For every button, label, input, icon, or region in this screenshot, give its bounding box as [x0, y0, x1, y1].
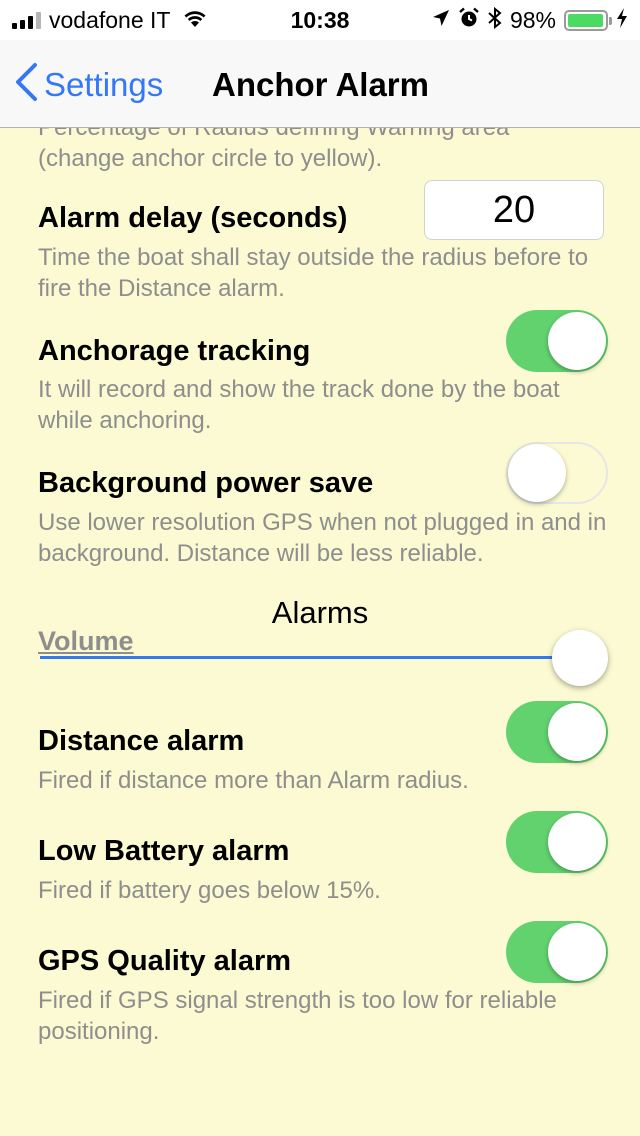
- low-battery-alarm-description: Fired if battery goes below 15%.: [38, 877, 381, 904]
- volume-slider-track[interactable]: [40, 656, 564, 659]
- alarm-delay-title: Alarm delay (seconds): [38, 202, 348, 234]
- settings-list[interactable]: Percentage of Radius defining Warning ar…: [0, 128, 640, 1136]
- back-label: Settings: [44, 65, 164, 103]
- alarm-delay-description: Time the boat shall stay outside the rad…: [38, 244, 589, 302]
- battery-percent: 98%: [509, 6, 556, 33]
- anchorage-tracking-description: It will record and show the track done b…: [38, 376, 560, 434]
- navigation-bar: Settings Anchor Alarm: [0, 40, 640, 128]
- warning-area-label: Percentage of Radius defining Warning ar…: [38, 128, 509, 142]
- warning-area-description: (change anchor circle to yellow).: [38, 145, 383, 172]
- distance-alarm-switch[interactable]: [506, 701, 608, 763]
- volume-label: Volume: [38, 626, 134, 656]
- status-bar: vodafone IT 10:38 98%: [0, 0, 640, 40]
- low-battery-alarm-title: Low Battery alarm: [38, 835, 290, 867]
- background-power-save-switch[interactable]: [506, 442, 608, 504]
- gps-quality-alarm-title: GPS Quality alarm: [38, 945, 292, 977]
- battery-fill: [568, 13, 604, 27]
- back-button[interactable]: Settings: [14, 62, 163, 107]
- anchorage-tracking-title: Anchorage tracking: [38, 335, 311, 367]
- gps-quality-alarm-switch[interactable]: [506, 921, 608, 983]
- distance-alarm-description: Fired if distance more than Alarm radius…: [38, 767, 469, 794]
- page-title: Anchor Alarm: [212, 66, 429, 103]
- charging-icon: [616, 7, 628, 33]
- location-icon: [432, 9, 450, 32]
- low-battery-alarm-switch[interactable]: [506, 811, 608, 873]
- volume-slider-thumb[interactable]: [552, 630, 608, 686]
- alarm-icon: [458, 7, 480, 34]
- battery-icon: [564, 9, 612, 31]
- background-power-save-title: Background power save: [38, 467, 374, 499]
- distance-alarm-title: Distance alarm: [38, 725, 245, 757]
- alarm-delay-input[interactable]: 20: [424, 180, 604, 240]
- background-power-save-description: Use lower resolution GPS when not plugge…: [38, 509, 607, 567]
- bluetooth-icon: [488, 6, 502, 34]
- chevron-left-icon: [14, 62, 38, 107]
- gps-quality-alarm-description: Fired if GPS signal strength is too low …: [38, 987, 557, 1045]
- status-right: 98%: [432, 6, 628, 34]
- anchorage-tracking-switch[interactable]: [506, 310, 608, 372]
